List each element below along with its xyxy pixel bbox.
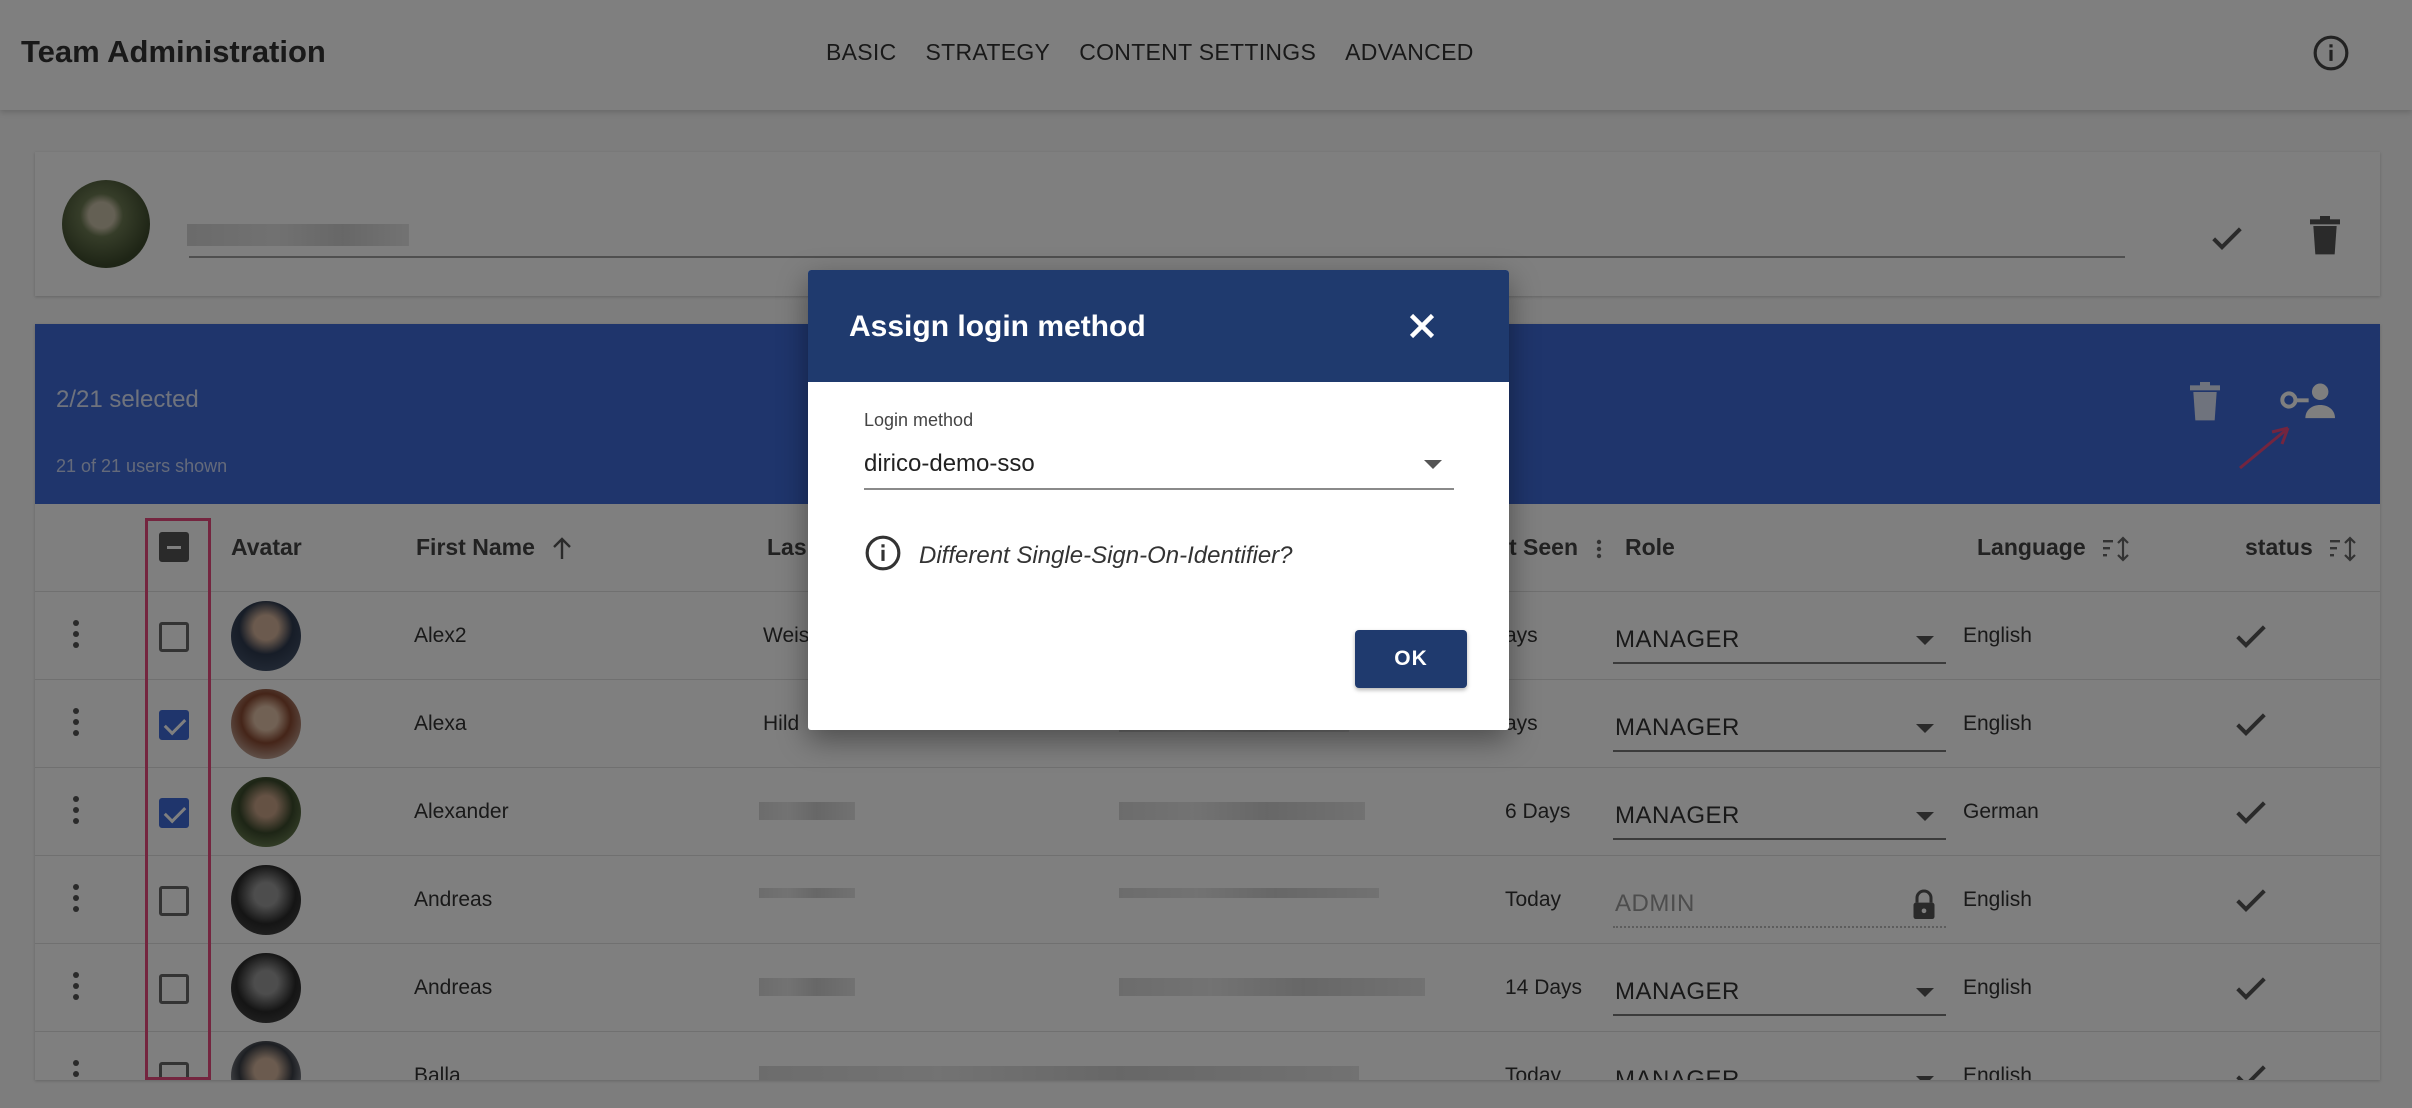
ok-button[interactable]: OK <box>1355 630 1467 688</box>
login-method-select[interactable]: dirico-demo-sso <box>864 440 1454 490</box>
dialog-header: Assign login method <box>808 270 1509 382</box>
sso-identifier-text: Different Single-Sign-On-Identifier? <box>919 542 1293 569</box>
assign-login-method-dialog: Assign login method Login method dirico-… <box>808 270 1509 730</box>
chevron-down-icon <box>1424 460 1442 469</box>
dialog-title: Assign login method <box>849 310 1146 343</box>
info-icon <box>865 535 901 571</box>
login-method-value: dirico-demo-sso <box>864 450 1035 477</box>
login-method-label: Login method <box>864 410 974 430</box>
close-icon[interactable] <box>1404 308 1440 344</box>
